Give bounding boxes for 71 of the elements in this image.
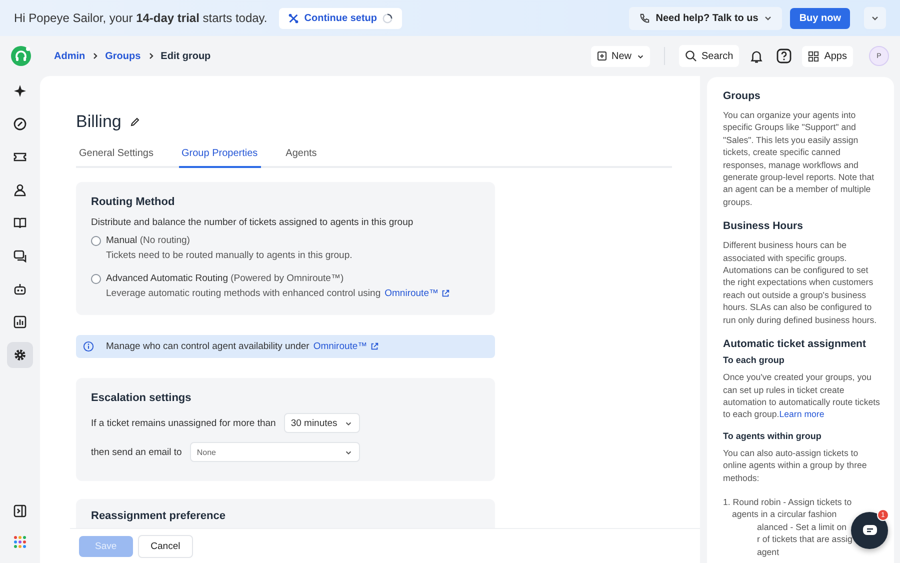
option-description: Tickets need to be routed manually to agents in this group.: [106, 250, 352, 261]
logo-icon: [10, 45, 32, 67]
chevron-down-icon: [344, 448, 352, 456]
new-button[interactable]: New: [590, 46, 650, 66]
search-icon: [684, 50, 697, 62]
search-button[interactable]: Search: [678, 45, 740, 67]
breadcrumb-link[interactable]: Groups: [105, 50, 141, 62]
trial-message: Hi Popeye Sailor, your 14-day trial starts today.: [14, 11, 268, 25]
help-paragraph: Different business hours can be associated with specific groups. Automations can be configured to set the right expectations when customers reach out outside a group's business hours. SLAs can also be configured to run only during defined business hours.: [723, 239, 878, 326]
plus-square-icon: [596, 51, 606, 61]
group-title: Billing: [76, 112, 122, 132]
bell-icon[interactable]: [749, 48, 764, 64]
dropdown[interactable]: None: [190, 442, 360, 462]
chevron-down-icon: [345, 420, 352, 426]
help-button[interactable]: Need help? Talk to us: [628, 6, 782, 30]
pencil-icon[interactable]: [130, 117, 140, 127]
help-list-item: alanced - Set a limit on: [756, 520, 846, 534]
omniroute-link[interactable]: Omniroute™: [384, 288, 450, 299]
radio-button[interactable]: [91, 274, 101, 284]
help-icon[interactable]: [776, 48, 792, 64]
help-paragraph: Once you've created your groups, you can set up rules in ticket create automation to automatically route tickets to each group.Learn more: [723, 371, 880, 421]
help-list-item: agents in a circular fashion: [731, 508, 837, 521]
help-list-item: 1. Round robin - Assign tickets to: [723, 496, 852, 508]
option-label: Advanced Automatic Routing (Powered by Omniroute™): [106, 273, 345, 284]
section-title: Reassignment preference: [91, 510, 226, 522]
dropdown[interactable]: 30 minutes: [284, 413, 360, 433]
phone-icon: [638, 12, 650, 24]
help-list-item: agent: [756, 546, 780, 558]
external-link-icon: [441, 289, 450, 298]
apps-button[interactable]: Apps: [802, 46, 853, 66]
product-switcher-icon[interactable]: [13, 535, 27, 549]
tab[interactable]: Agents: [282, 148, 320, 168]
option-label: Manual (No routing): [106, 235, 191, 246]
help-paragraph: You can organize your agents into specific Groups like "Support" and "Sales". This lets you easily assign tickets, create specific canned responses, manage workflows and generate group-level reports. Note that an agent can be a member of multiple groups.: [723, 109, 876, 208]
section-description: Distribute and balance the number of tickets assigned to agents in this group: [91, 217, 414, 228]
omniroute-link[interactable]: Omniroute™: [313, 341, 380, 352]
info-icon: [83, 341, 94, 352]
breadcrumb-link[interactable]: Admin: [54, 50, 86, 62]
panel-toggle-icon[interactable]: [13, 504, 27, 518]
tab[interactable]: General Settings: [76, 148, 156, 168]
cancel-button[interactable]: Cancel: [138, 534, 194, 558]
chevron-down-icon: [764, 14, 772, 22]
help-subheading: To agents within group: [723, 430, 822, 441]
tab[interactable]: Group Properties: [178, 148, 261, 168]
learn-more-link[interactable]: Learn more: [779, 409, 824, 420]
chevron-down-icon: [871, 14, 879, 22]
field-label: then send an email to: [91, 446, 182, 458]
chevron-right-icon: [146, 52, 155, 60]
chevron-right-icon: [91, 52, 100, 60]
apps-icon: [808, 50, 820, 62]
help-heading: Business Hours: [723, 220, 804, 232]
tools-icon: [288, 12, 300, 24]
chevron-down-icon: [636, 52, 644, 60]
help-heading: Groups: [723, 90, 762, 102]
chat-icon: [862, 524, 878, 538]
help-list-item: r of tickets that are assig: [756, 533, 852, 546]
option-description: Leverage automatic routing methods with enhanced control using: [106, 288, 381, 299]
buy-now-button[interactable]: Buy now: [790, 8, 850, 28]
continue-setup-button[interactable]: Continue setup: [279, 8, 402, 28]
help-heading: Automatic ticket assignment: [723, 338, 867, 350]
spinner-icon: [382, 12, 394, 24]
settings-nav-icon[interactable]: [7, 342, 33, 368]
field-label: If a ticket remains unassigned for more than: [91, 418, 276, 428]
breadcrumb-current: Edit group: [160, 50, 211, 62]
radio-button[interactable]: [91, 236, 101, 246]
section-title: Escalation settings: [91, 392, 192, 404]
help-subheading: To each group: [723, 355, 786, 366]
external-link-icon: [370, 342, 380, 351]
info-text: Manage who can control agent availability under: [106, 341, 310, 352]
section-title: Routing Method: [91, 196, 176, 208]
help-paragraph: You can also auto-assign tickets to online agents within a group by three methods:: [723, 446, 868, 484]
